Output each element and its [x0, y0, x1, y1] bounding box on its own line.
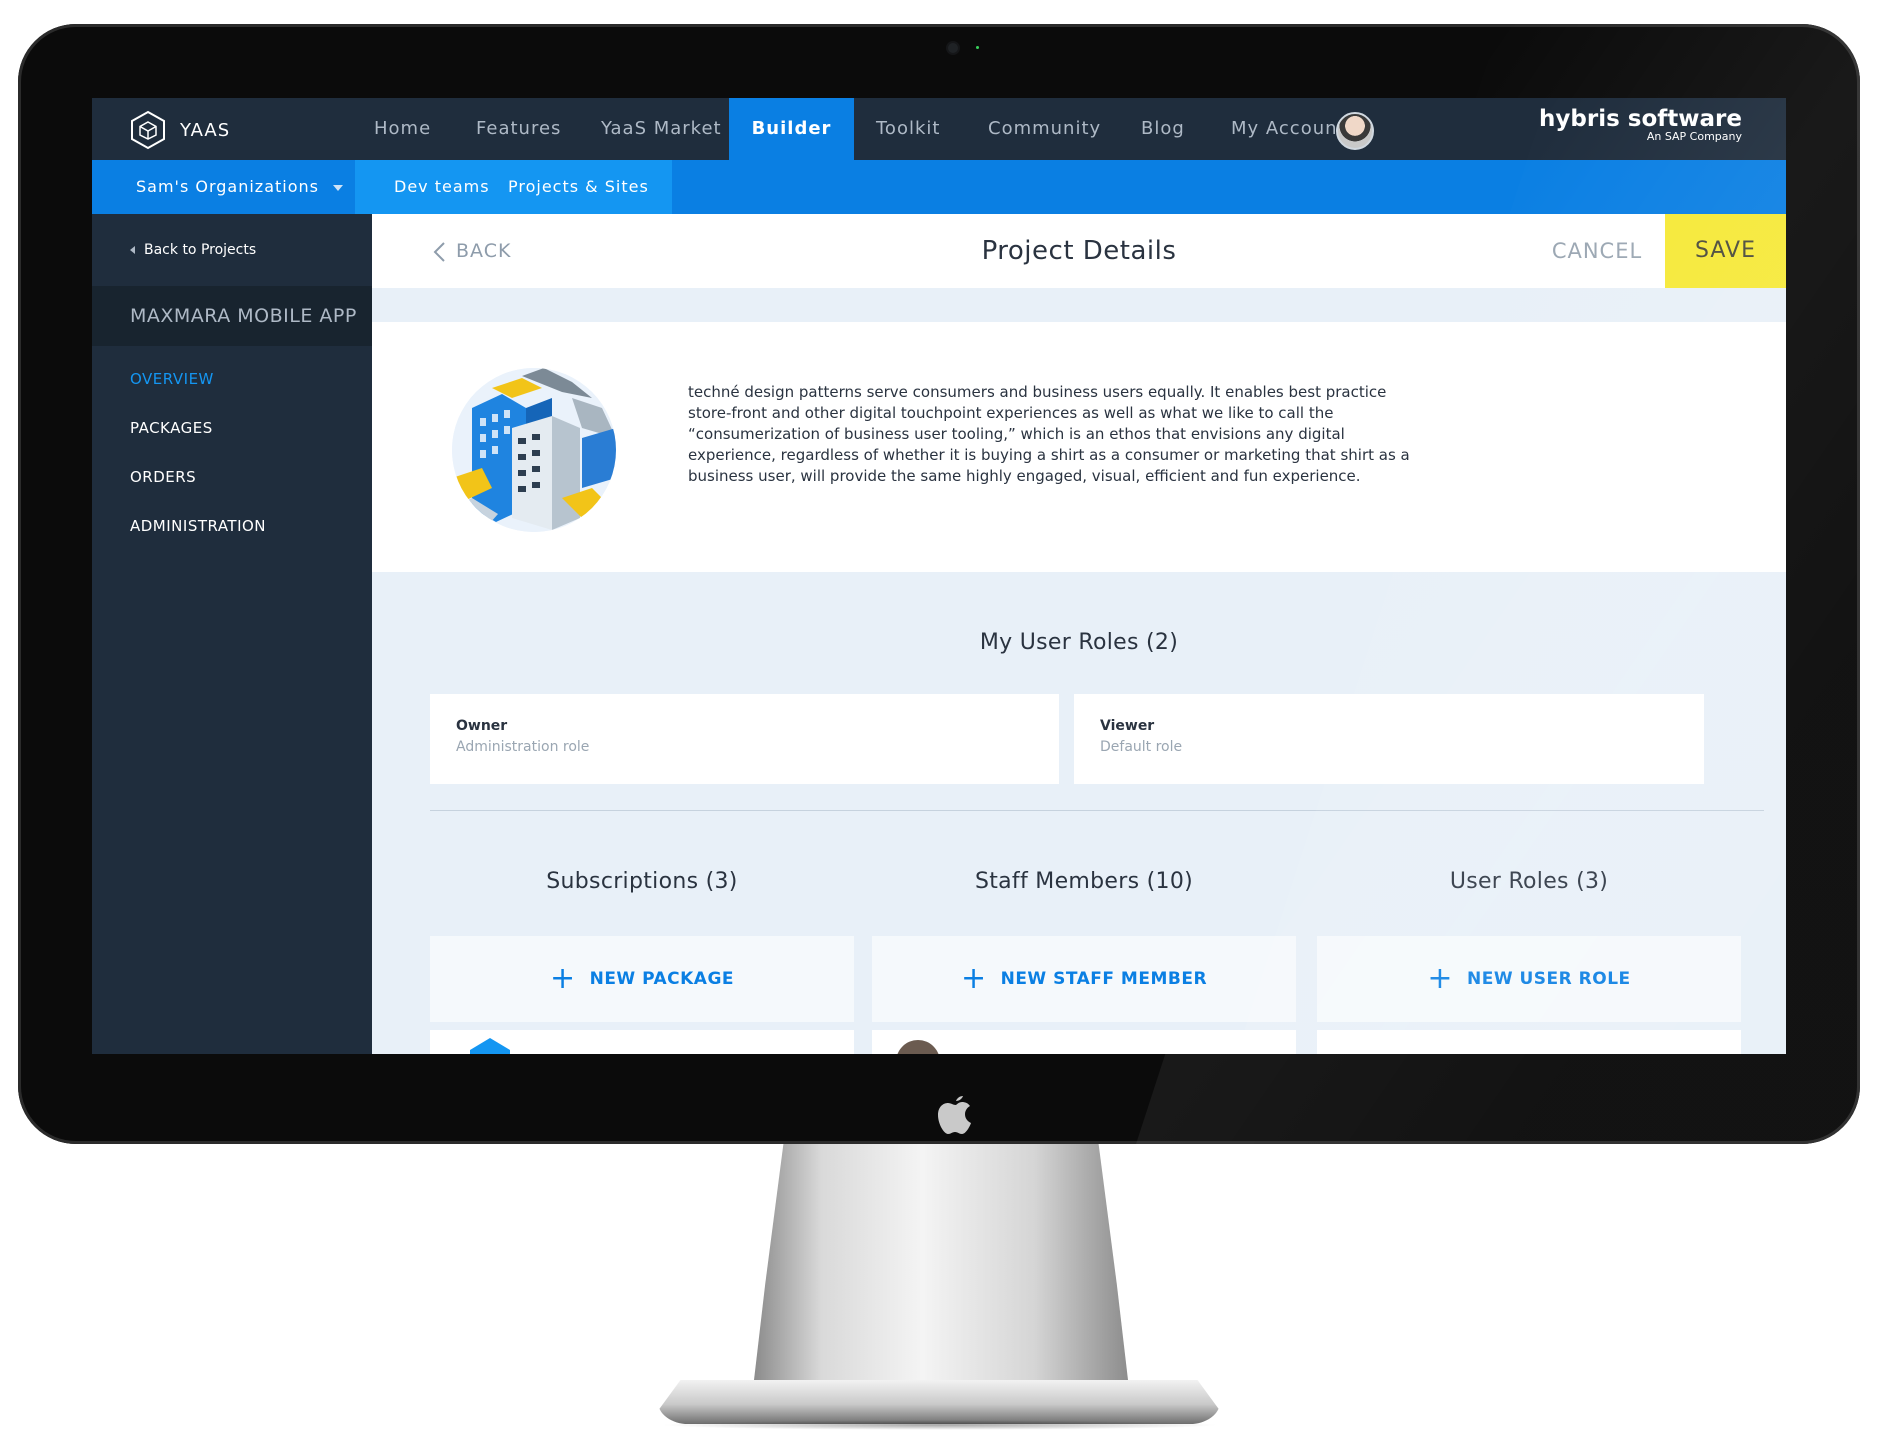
user-avatar[interactable]: [1336, 112, 1374, 150]
user-role-list-item[interactable]: [1317, 1030, 1741, 1054]
role-card-viewer[interactable]: Viewer Default role: [1074, 694, 1704, 784]
project-illustration: [452, 368, 616, 532]
camera: [948, 43, 958, 53]
back-label: BACK: [456, 240, 512, 262]
nav-home[interactable]: Home: [374, 98, 431, 160]
organization-dropdown[interactable]: Sam's Organizations: [136, 160, 343, 214]
sidebar-item-administration[interactable]: ADMINISTRATION: [130, 517, 266, 535]
screen: YAAS Home Features YaaS Market Builder T…: [92, 98, 1786, 1054]
back-button[interactable]: BACK: [432, 214, 511, 288]
cancel-button[interactable]: CANCEL: [1542, 214, 1652, 288]
nav-toolkit[interactable]: Toolkit: [876, 98, 940, 160]
new-package-button[interactable]: + NEW PACKAGE: [430, 936, 854, 1022]
role-name: Viewer: [1100, 718, 1155, 734]
nav-blog[interactable]: Blog: [1141, 98, 1185, 160]
tab-projects-sites[interactable]: Projects & Sites: [508, 160, 649, 214]
cube-logo-icon: [131, 110, 165, 150]
plus-icon: +: [1427, 961, 1453, 996]
role-card-owner[interactable]: Owner Administration role: [430, 694, 1059, 784]
role-description: Administration role: [456, 739, 590, 755]
top-navigation: YAAS Home Features YaaS Market Builder T…: [92, 98, 1786, 160]
project-description-panel: techné design patterns serve consumers a…: [372, 322, 1786, 572]
nav-builder[interactable]: Builder: [729, 98, 854, 160]
subscriptions-title: Subscriptions (3): [546, 869, 738, 894]
chevron-left-icon: [433, 241, 445, 262]
camera-led: [976, 46, 979, 49]
logo-text: YAAS: [180, 119, 231, 141]
new-staff-member-label: NEW STAFF MEMBER: [1000, 969, 1208, 989]
nav-my-account[interactable]: My Account: [1231, 98, 1346, 160]
user-roles-title: User Roles (3): [1449, 869, 1609, 894]
new-staff-member-button[interactable]: + NEW STAFF MEMBER: [872, 936, 1296, 1022]
sidebar-item-packages[interactable]: PACKAGES: [130, 419, 213, 437]
chevron-down-icon: [333, 184, 343, 191]
staff-member-list-item[interactable]: [872, 1030, 1296, 1054]
caret-left-icon: [130, 246, 135, 254]
tab-dev-teams[interactable]: Dev teams: [394, 160, 490, 214]
hybris-brand: hybris software An SAP Company: [1539, 106, 1742, 143]
save-button[interactable]: SAVE: [1665, 214, 1786, 288]
new-package-label: NEW PACKAGE: [589, 969, 735, 989]
plus-icon: +: [549, 961, 576, 996]
new-user-role-label: NEW USER ROLE: [1466, 969, 1631, 989]
nav-yaas-market[interactable]: YaaS Market: [601, 98, 722, 160]
role-description: Default role: [1100, 739, 1183, 755]
monitor-stand: [754, 1140, 1128, 1380]
nav-community[interactable]: Community: [988, 98, 1101, 160]
back-to-projects-link[interactable]: Back to Projects: [130, 242, 256, 258]
sidebar: Back to Projects MAXMARA MOBILE APP OVER…: [92, 214, 372, 1054]
my-user-roles-title: My User Roles (2): [979, 630, 1179, 655]
project-description: techné design patterns serve consumers a…: [688, 383, 1410, 485]
brand-name: hybris software: [1539, 106, 1742, 132]
staff-avatar: [896, 1040, 940, 1054]
role-name: Owner: [456, 718, 508, 734]
subscription-list-item[interactable]: [430, 1030, 854, 1054]
yaas-logo[interactable]: YAAS: [128, 110, 230, 150]
staff-members-title: Staff Members (10): [974, 869, 1194, 894]
sidebar-item-overview[interactable]: OVERVIEW: [130, 370, 214, 388]
stand-shadow: [660, 1420, 1220, 1430]
nav-features[interactable]: Features: [476, 98, 561, 160]
package-icon: [470, 1038, 510, 1054]
section-divider: [430, 810, 1764, 811]
sub-navigation: Sam's Organizations Dev teams Projects &…: [92, 160, 1786, 214]
plus-icon: +: [960, 961, 987, 996]
apple-logo-icon: [938, 1096, 971, 1134]
monitor-stand-base: [658, 1380, 1220, 1424]
subtabs: Dev teams Projects & Sites: [355, 160, 672, 214]
organization-label: Sam's Organizations: [136, 177, 319, 196]
details-header: BACK Project Details CANCEL SAVE: [372, 214, 1786, 288]
new-user-role-button[interactable]: + NEW USER ROLE: [1317, 936, 1741, 1022]
sidebar-item-orders[interactable]: ORDERS: [130, 468, 196, 486]
project-name: MAXMARA MOBILE APP: [92, 286, 372, 346]
main-content: BACK Project Details CANCEL SAVE techné …: [372, 214, 1786, 1054]
back-to-projects-label: Back to Projects: [144, 242, 257, 258]
